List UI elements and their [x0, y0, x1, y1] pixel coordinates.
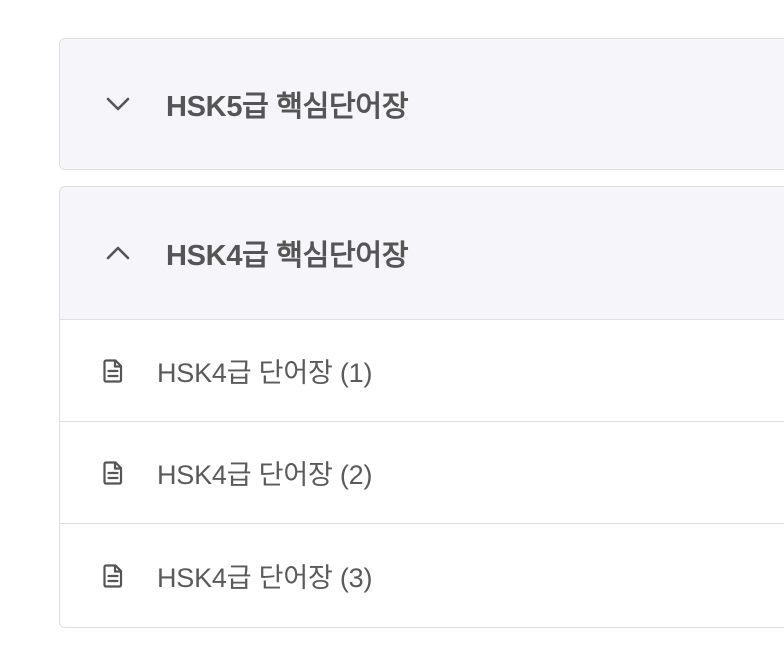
list-item[interactable]: HSK4급 단어장 (3)	[60, 524, 784, 627]
list-item[interactable]: HSK4급 단어장 (1)	[60, 320, 784, 422]
document-icon	[102, 563, 124, 588]
accordion-title: HSK4급 핵심단어장	[166, 240, 409, 272]
item-label: HSK4급 단어장 (2)	[157, 460, 373, 490]
chevron-up-icon	[106, 241, 130, 265]
item-label: HSK4급 단어장 (1)	[157, 358, 373, 388]
chevron-down-icon	[106, 92, 130, 116]
accordion-header-hsk5[interactable]: HSK5급 핵심단어장	[60, 39, 784, 169]
list-item[interactable]: HSK4급 단어장 (2)	[60, 422, 784, 524]
accordion-hsk5: HSK5급 핵심단어장	[59, 38, 784, 170]
document-icon	[102, 358, 124, 383]
accordion-title: HSK5급 핵심단어장	[166, 91, 409, 123]
document-icon	[102, 460, 124, 485]
accordion-hsk4: HSK4급 핵심단어장 HSK4급 단어장 (1) HSK4급 단어장 (2)	[59, 186, 784, 628]
item-label: HSK4급 단어장 (3)	[157, 563, 373, 593]
accordion-header-hsk4[interactable]: HSK4급 핵심단어장	[60, 187, 784, 320]
